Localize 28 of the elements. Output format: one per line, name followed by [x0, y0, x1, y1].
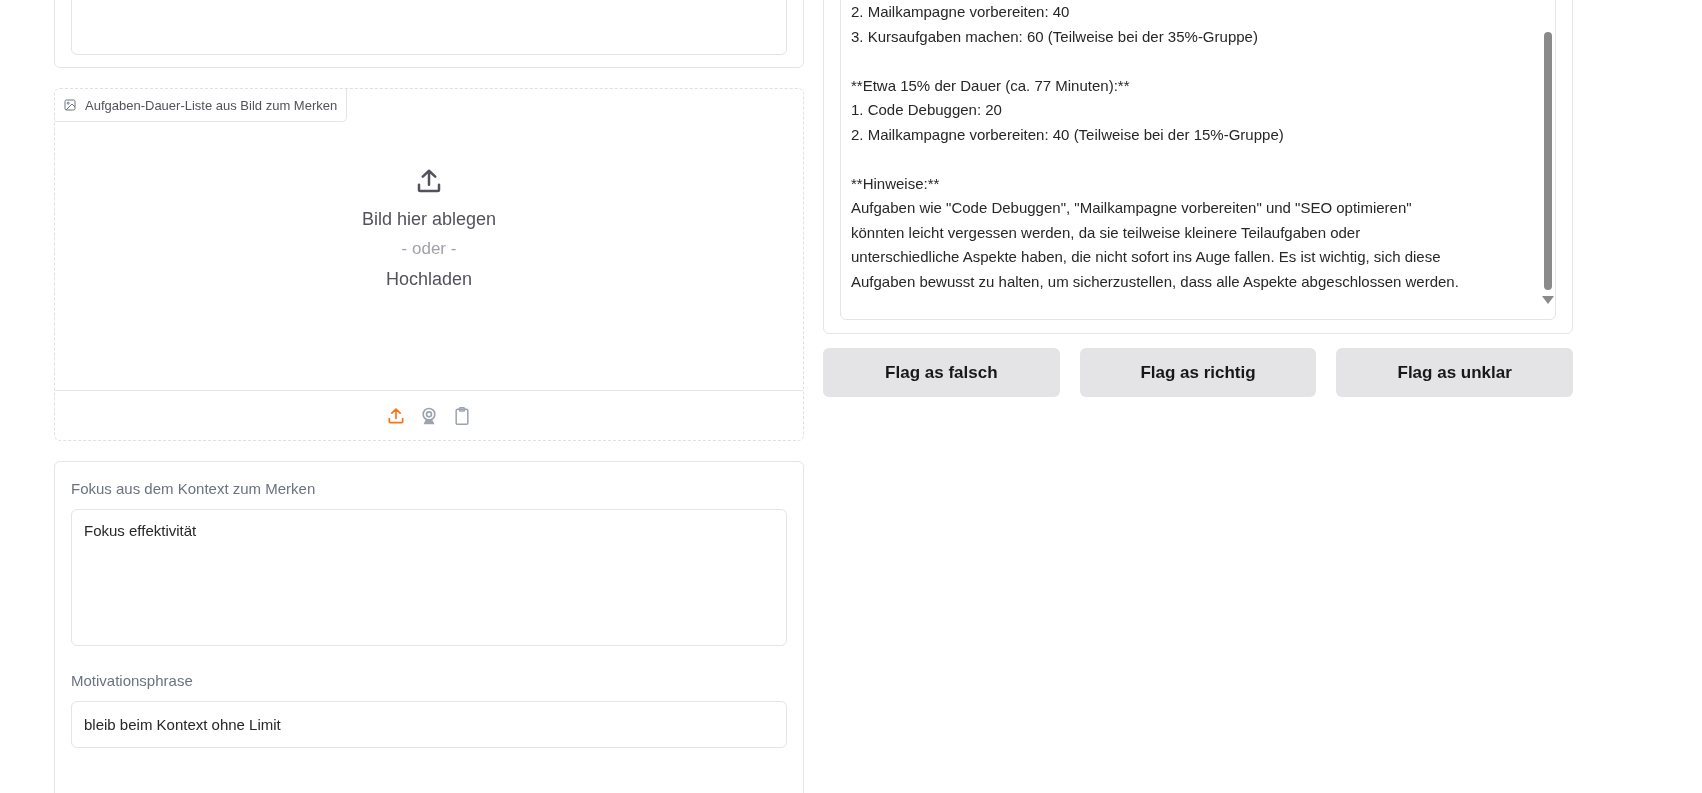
- text-area[interactable]: Fokus effektivität: [71, 509, 787, 646]
- image-icon: [64, 99, 76, 111]
- output-line: Aufgaben wie "Code Debuggen", "Mailkampagne vorbereiten" und "SEO optimieren": [851, 198, 1413, 218]
- output-line: 3. Kursaufgaben machen: 60 (Teilweise bei der 35%-Gruppe): [851, 26, 1259, 47]
- output-line: 2. Mailkampagne vorbereiten: 40 (Teilweise bei der 15%-Gruppe): [851, 124, 1285, 145]
- output-line: 1. Code Debuggen: 20: [851, 100, 1003, 120]
- drop-text: Bild hier ablegen: [361, 208, 497, 231]
- upload-icon[interactable]: [386, 405, 406, 426]
- scroll-down-icon[interactable]: [1542, 296, 1554, 304]
- scrollbar-thumb[interactable]: [1544, 32, 1552, 290]
- field-label: Motivationsphrase: [71, 672, 194, 689]
- input-field[interactable]: bleib beim Kontext ohne Limit: [71, 701, 787, 748]
- output-line: Aufgaben bewusst zu halten, um sicherzustellen, dass alle Aspekte abgeschlossen werden.: [851, 271, 1460, 292]
- flag-button[interactable]: Flag as richtig: [1079, 348, 1317, 397]
- clipboard-icon[interactable]: [452, 405, 472, 426]
- flag-button[interactable]: Flag as unklar: [1336, 348, 1573, 397]
- image-upload-area[interactable]: Aufgaben-Dauer-Liste aus Bild zum Merken Bild hier ablegen - oder - Hochladen: [54, 88, 804, 441]
- upload-text: Hochladen: [385, 268, 473, 291]
- output-line: 2. Mailkampagne vorbereiten: 40: [851, 2, 1071, 22]
- upload-label: Aufgaben-Dauer-Liste aus Bild zum Merken: [55, 89, 348, 122]
- field-label: Fokus aus dem Kontext zum Merken: [71, 480, 317, 497]
- flag-button[interactable]: Flag as falsch: [823, 348, 1060, 397]
- output-line: **Etwa 15% der Dauer (ca. 77 Minuten):**: [851, 75, 1131, 96]
- output-line: unterschiedliche Aspekte haben, die nicht sofort ins Auge fallen. Es ist wichtig, sich diese: [851, 247, 1442, 267]
- or-text: - oder -: [401, 238, 457, 260]
- output-line: **Hinweise:**: [851, 173, 941, 194]
- output-line: könnten leicht vergessen werden, da sie teilweise kleinere Teilaufgaben oder: [851, 222, 1362, 243]
- webcam-icon[interactable]: [419, 405, 439, 426]
